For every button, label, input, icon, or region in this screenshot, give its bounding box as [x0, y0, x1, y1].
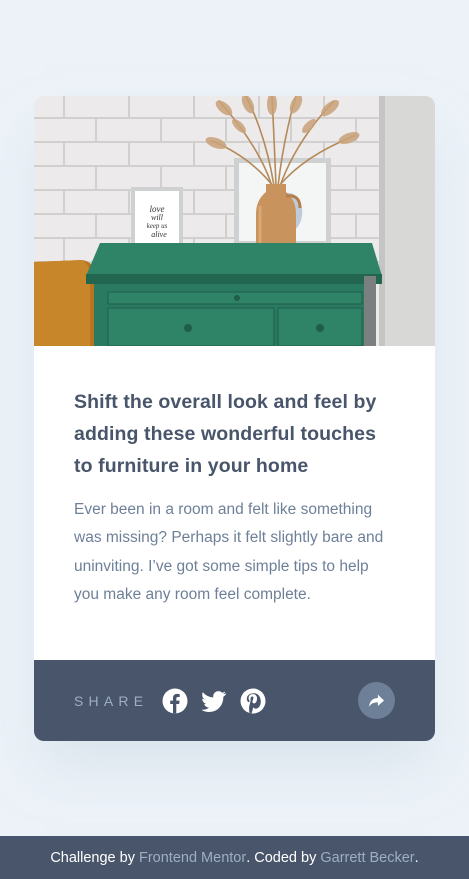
card-image: love will keep us alive	[34, 96, 435, 346]
attribution-prefix: Challenge by	[50, 849, 139, 866]
attribution-suffix: .	[414, 849, 419, 866]
pinterest-icon[interactable]	[240, 688, 266, 714]
share-bar: SHARE	[34, 660, 435, 741]
twitter-icon[interactable]	[201, 688, 227, 714]
frame-text-line-4: alive	[151, 230, 167, 239]
frontend-mentor-link[interactable]: Frontend Mentor	[139, 850, 246, 866]
share-arrow-icon	[369, 694, 384, 707]
attribution-middle: . Coded by	[246, 849, 321, 866]
card-description: Ever been in a room and felt like someth…	[74, 501, 384, 603]
facebook-icon[interactable]	[162, 688, 188, 714]
card-title: Shift the overall look and feel by addin…	[74, 391, 377, 477]
share-label: SHARE	[74, 692, 149, 709]
card-body: Shift the overall look and feel by addin…	[34, 346, 435, 660]
share-button[interactable]	[358, 682, 395, 719]
frame-text-line-3: keep us	[147, 222, 168, 230]
attribution-footer: Challenge by Frontend Mentor. Coded by G…	[0, 836, 469, 879]
frame-text-line-2: will	[151, 213, 164, 222]
article-card: love will keep us alive Shift the overal…	[34, 96, 435, 741]
author-link[interactable]: Garrett Becker	[320, 850, 414, 866]
